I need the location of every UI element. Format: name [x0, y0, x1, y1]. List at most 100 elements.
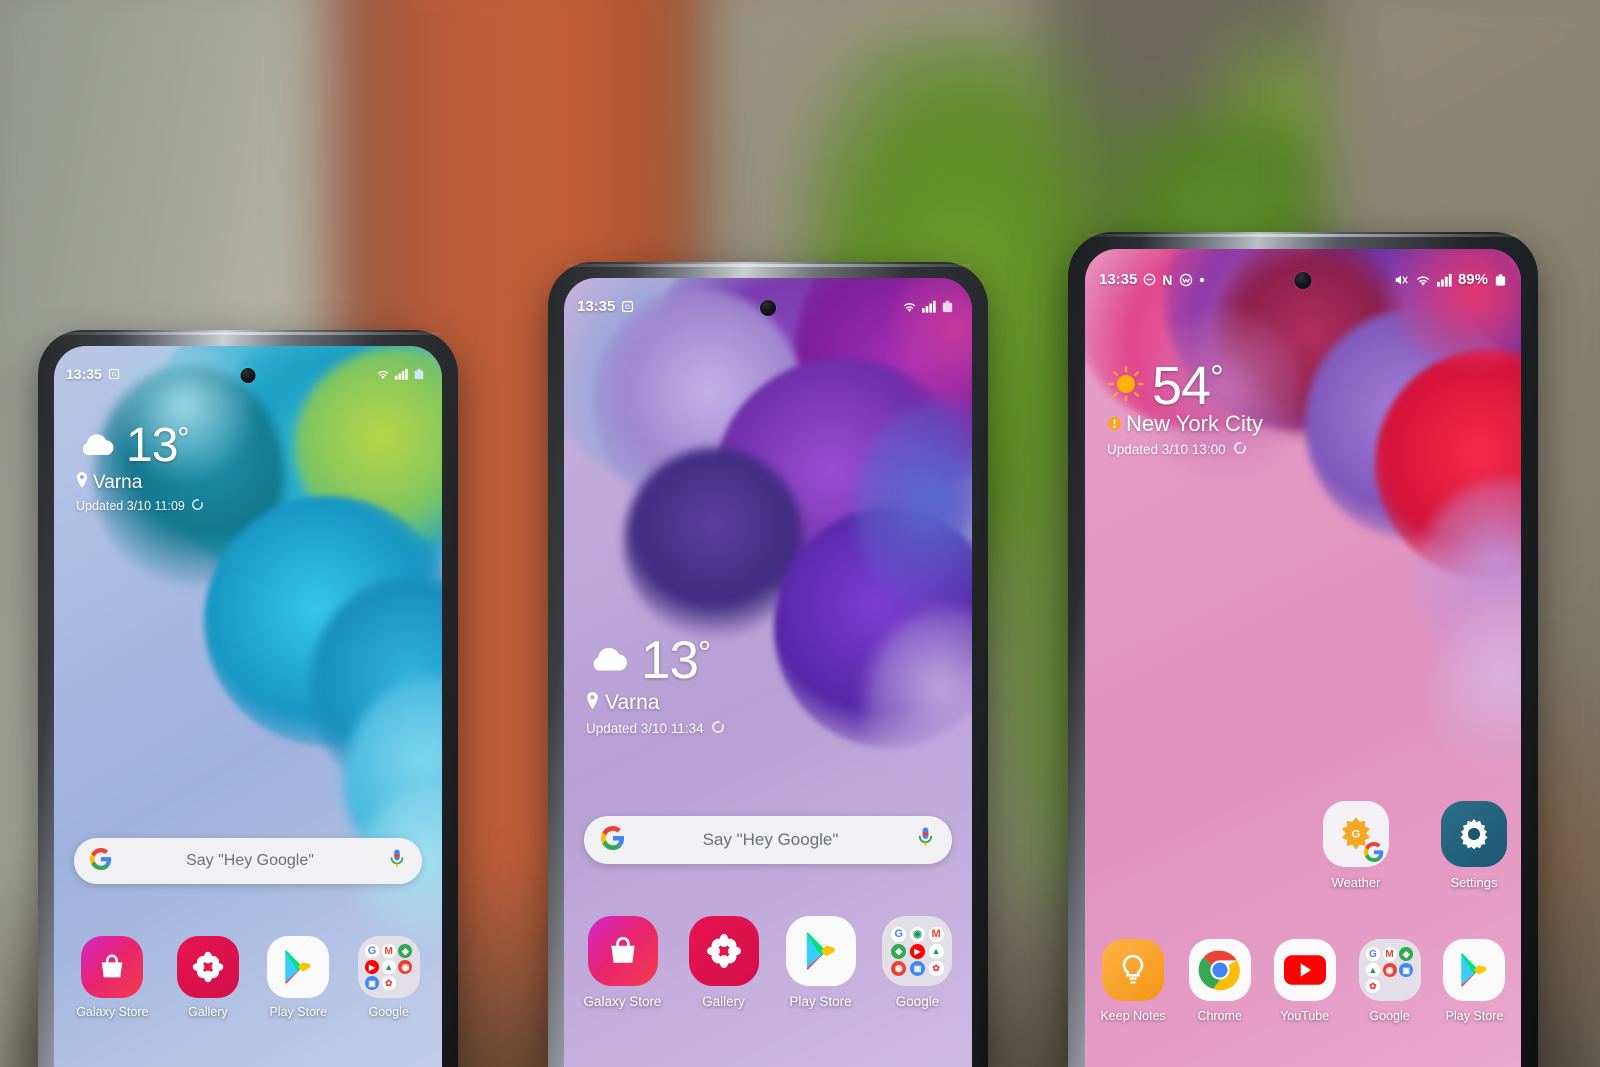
dock-app-label: Gallery [702, 994, 745, 1009]
dock-app-label: Google [1369, 1009, 1410, 1023]
dock-app-label: YouTube [1280, 1009, 1330, 1023]
phone-center-status-bar: 13:35 G [564, 298, 972, 315]
status-time: 13:35 [577, 298, 616, 315]
dock-app-label: Play Store [269, 1005, 328, 1019]
search-hint-text: Say "Hey Google" [702, 830, 839, 849]
location-pin-icon [76, 472, 88, 494]
dock-app-galaxy-store[interactable]: Galaxy Store [583, 916, 662, 1009]
google-folder-icon: G M ◆ ▲ ◉ ▣ ✿ [1358, 939, 1421, 1001]
play-store-icon [267, 936, 330, 998]
dock-app-label: Play Store [1445, 1009, 1504, 1023]
weather-temperature: 54 [1152, 356, 1211, 416]
status-time: 13:35 [1099, 271, 1138, 288]
galaxy-store-icon [587, 916, 658, 986]
svg-text:G: G [1352, 829, 1361, 841]
dock-app-gallery[interactable]: Gallery [688, 916, 759, 1009]
phone-center[interactable]: 13:35 G 13 ° Varna Updated 3/10 11:34 Sa… [548, 262, 988, 1067]
phone-right-screen[interactable]: 13:35 N 89% 54 ° New York City Updated 3… [1085, 249, 1521, 1067]
microphone-icon[interactable] [916, 826, 935, 854]
refresh-icon[interactable] [711, 720, 725, 737]
dock-app-label: Gallery [188, 1005, 228, 1019]
dock-app-gallery[interactable]: Gallery [176, 936, 239, 1019]
phone-right-weather-widget[interactable]: 54 ° New York City Updated 3/10 13:00 [1107, 359, 1263, 458]
mute-icon [1394, 273, 1409, 287]
phone-center-weather-widget[interactable]: 13 ° Varna Updated 3/10 11:34 [586, 634, 725, 737]
weather-updated-text: Updated 3/10 11:09 [76, 499, 185, 513]
dock-app-youtube[interactable]: YouTube [1273, 939, 1336, 1023]
bixby-icon [1179, 273, 1193, 287]
weather-degree-symbol: ° [697, 634, 711, 671]
google-g-icon [601, 825, 625, 855]
dock-app-label: Chrome [1197, 1009, 1242, 1023]
wifi-icon [902, 300, 917, 313]
refresh-icon[interactable] [191, 498, 204, 514]
google-folder-icon: G ◉ M ◆ ▶ ▲ ◉ ▣ ✿ [882, 916, 953, 986]
signal-icon [922, 300, 936, 313]
phone-left-google-search-bar[interactable]: Say "Hey Google" [74, 838, 422, 884]
battery-icon [1494, 273, 1507, 287]
svg-text:G: G [111, 373, 116, 379]
home-app-label: Settings [1450, 875, 1498, 890]
dock-app-label: Keep Notes [1100, 1009, 1166, 1023]
weather-updated-text: Updated 3/10 11:34 [586, 721, 704, 736]
gallery-icon [176, 936, 239, 998]
weather-degree-symbol: ° [177, 422, 189, 455]
refresh-icon[interactable] [1233, 441, 1247, 458]
dock-folder-google[interactable]: G M ◆ ▶ ▲ ◉ ▣ ✿ Google [357, 936, 420, 1019]
weather-google-icon: G [1323, 801, 1389, 867]
dock-app-play-store[interactable]: Play Store [785, 916, 856, 1009]
galaxy-store-icon [81, 936, 144, 998]
keep-notes-icon [1102, 939, 1165, 1001]
dock-app-play-store[interactable]: Play Store [1443, 939, 1506, 1023]
dock-folder-google[interactable]: G M ◆ ▲ ◉ ▣ ✿ Google [1358, 939, 1421, 1023]
dock-app-galaxy-store[interactable]: Galaxy Store [76, 936, 148, 1019]
microphone-icon[interactable] [388, 848, 406, 875]
phone-right[interactable]: 13:35 N 89% 54 ° New York City Updated 3… [1068, 232, 1538, 1067]
battery-percent: 89% [1457, 271, 1488, 288]
wifi-icon [376, 368, 390, 380]
dot-icon [1199, 277, 1205, 283]
status-time: 13:35 [66, 366, 102, 382]
weather-degree-symbol: ° [1210, 359, 1224, 397]
google-g-icon [90, 847, 112, 875]
dock-app-play-store[interactable]: Play Store [267, 936, 330, 1019]
weather-temperature: 13 [641, 631, 699, 690]
dock-app-label: Galaxy Store [583, 994, 662, 1009]
phone-left-weather-widget[interactable]: 13 ° Varna Updated 3/10 11:09 [76, 422, 204, 514]
phone-left-dock[interactable]: Galaxy Store Gallery Play Store G M ◆ ▶ … [62, 936, 434, 1019]
dock-app-label: Galaxy Store [76, 1005, 149, 1019]
signal-icon [1436, 273, 1452, 287]
phone-left[interactable]: 13:35 G 13 ° Varna Updated 3/10 11:09 Sa… [38, 330, 458, 1067]
dock-folder-google[interactable]: G ◉ M ◆ ▶ ▲ ◉ ▣ ✿ Google [882, 916, 953, 1009]
dnd-icon [1143, 273, 1156, 286]
dock-app-label: Play Store [789, 994, 852, 1009]
settings-gear-icon [1441, 801, 1507, 867]
phone-center-google-search-bar[interactable]: Say "Hey Google" [584, 816, 952, 864]
weather-location: New York City [1126, 411, 1263, 436]
cloud-icon [76, 429, 118, 464]
phone-center-dock[interactable]: Galaxy Store Gallery Play Store G ◉ M ◆ … [570, 916, 966, 1009]
youtube-icon [1273, 939, 1336, 1001]
battery-icon [413, 368, 425, 380]
phone-right-dock[interactable]: Keep Notes Chrome YouTube G M ◆ ▲ ◉ ▣ ✿ … [1089, 939, 1517, 1023]
screenshot-icon: G [621, 300, 634, 313]
search-hint-text: Say "Hey Google" [186, 852, 314, 869]
location-pin-icon [586, 691, 599, 715]
weather-location: Varna [605, 691, 660, 714]
home-app-settings[interactable]: Settings [1441, 801, 1507, 890]
dock-app-label: Google [368, 1005, 409, 1019]
phone-left-status-bar: 13:35 G [54, 366, 442, 382]
dock-app-chrome[interactable]: Chrome [1188, 939, 1251, 1023]
dock-app-keep-notes[interactable]: Keep Notes [1100, 939, 1166, 1023]
gallery-icon [688, 916, 759, 986]
weather-temperature: 13 [126, 419, 178, 472]
phone-left-screen[interactable]: 13:35 G 13 ° Varna Updated 3/10 11:09 Sa… [54, 346, 442, 1067]
home-app-weather[interactable]: G Weather [1323, 801, 1389, 890]
play-store-icon [785, 916, 856, 986]
screenshot-icon: G [108, 368, 120, 380]
phone-right-home-apps[interactable]: G Weather Settings [1323, 801, 1507, 890]
home-app-label: Weather [1331, 875, 1381, 890]
chrome-icon [1188, 939, 1251, 1001]
phone-right-status-bar: 13:35 N 89% [1085, 271, 1521, 288]
phone-center-screen[interactable]: 13:35 G 13 ° Varna Updated 3/10 11:34 Sa… [564, 278, 972, 1067]
